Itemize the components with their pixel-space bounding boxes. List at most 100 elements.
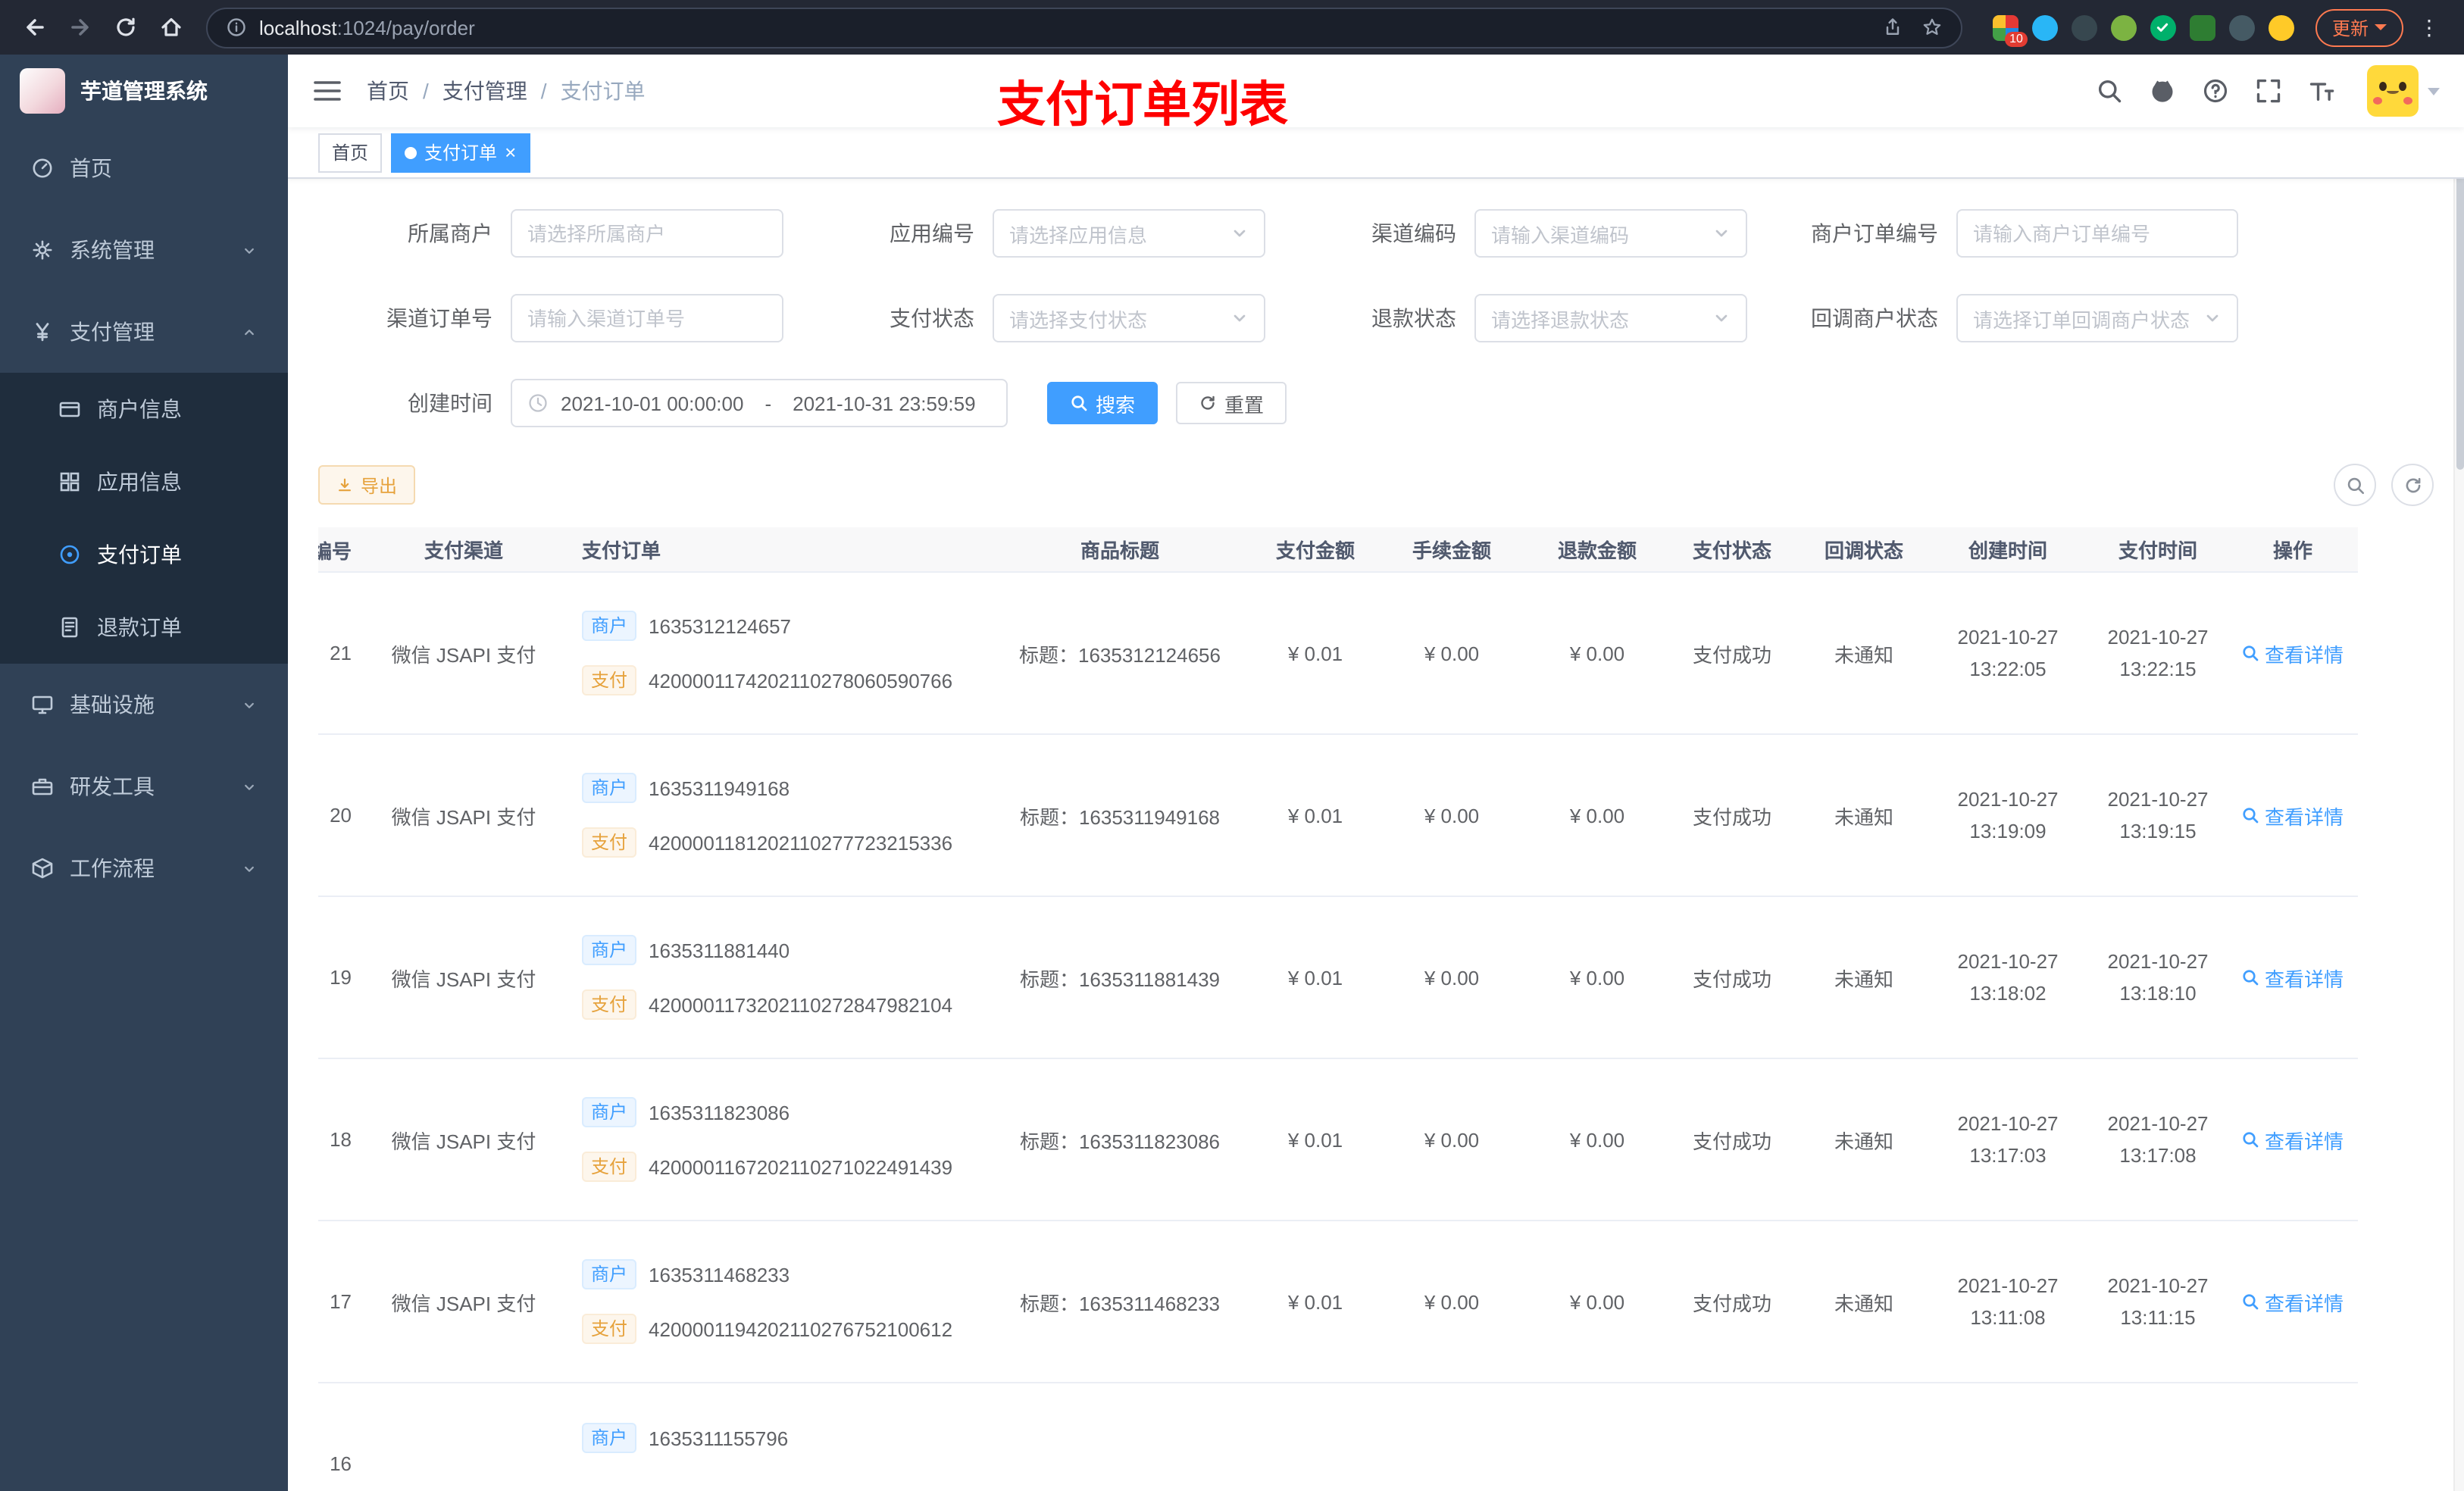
sidebar-item-system[interactable]: 系统管理 (0, 209, 288, 291)
search-button[interactable]: 搜索 (1047, 382, 1159, 424)
browser-menu-icon[interactable]: ⋮ (2409, 8, 2449, 47)
monitor-icon (32, 695, 53, 714)
site-info-icon[interactable] (226, 17, 247, 38)
view-details-link[interactable]: 查看详情 (2242, 1287, 2344, 1316)
filter-row-1: 所属商户 应用编号 请选择应用信息 渠道编码 请输入渠道编码 (318, 209, 2434, 258)
breadcrumb-separator (541, 79, 547, 103)
extension-badge: 10 (2005, 31, 2028, 46)
reload-icon[interactable] (106, 8, 145, 47)
cell-notify: 未通知 (1834, 643, 1893, 666)
sidebar-item-workflow[interactable]: 工作流程 (0, 827, 288, 909)
breadcrumb-pay[interactable]: 支付管理 (442, 76, 527, 106)
cell-fee: ¥ 0.00 (1424, 804, 1480, 827)
cell-amount: ¥ 0.01 (1287, 1128, 1343, 1151)
extension-puzzle-icon[interactable]: 10 (1992, 14, 2028, 46)
cell-paid: 2021-10-27 13:17:08 (2107, 1111, 2209, 1167)
notify-status-select[interactable]: 请选择订单回调商户状态 (1956, 294, 2238, 342)
font-size-icon[interactable] (2308, 77, 2335, 105)
breadcrumb-home[interactable]: 首页 (367, 76, 409, 106)
browser-update-button[interactable]: 更新 (2315, 8, 2403, 46)
search-icon[interactable] (2096, 77, 2123, 105)
merchant-tag: 商户 (582, 935, 637, 965)
back-icon[interactable] (15, 8, 55, 47)
help-icon[interactable] (2202, 77, 2229, 105)
refresh-table-button[interactable] (2391, 464, 2434, 506)
home-icon[interactable] (152, 8, 191, 47)
col-title: 商品标题 (1080, 539, 1159, 562)
share-icon[interactable] (1882, 17, 1903, 38)
cell-channel: 微信 JSAPI 支付 (391, 643, 536, 666)
extension-dark-icon[interactable] (2071, 14, 2097, 40)
create-time-range-picker[interactable]: 2021-10-01 00:00:00 - 2021-10-31 23:59:5… (511, 379, 1008, 427)
sidebar-item-pay-order[interactable]: 支付订单 (0, 518, 288, 591)
hamburger-icon[interactable] (312, 76, 342, 106)
table-row: 16 商户 1635311155796 (318, 1383, 2358, 1491)
cell-id: 19 (330, 966, 352, 989)
chevron-down-icon (245, 247, 254, 253)
sidebar-item-merchant-info[interactable]: 商户信息 (0, 373, 288, 445)
refund-status-select[interactable]: 请选择退款状态 (1474, 294, 1747, 342)
pay-status-select[interactable]: 请选择支付状态 (993, 294, 1265, 342)
col-channel: 支付渠道 (424, 539, 503, 562)
tab-pay-order[interactable]: 支付订单 (391, 133, 530, 172)
github-icon[interactable] (2149, 77, 2176, 105)
col-status: 支付状态 (1692, 539, 1771, 562)
navbar: 首页 支付管理 支付订单 支付订单列表 (288, 55, 2464, 132)
view-details-link[interactable]: 查看详情 (2242, 639, 2344, 667)
merchant-input[interactable] (511, 209, 783, 258)
merchant-order-no-input[interactable] (1956, 209, 2238, 258)
extension-green-icon[interactable] (2110, 14, 2137, 40)
extension-face-icon[interactable] (2268, 14, 2294, 40)
extension-pin-icon[interactable] (2228, 14, 2255, 40)
search-icon (2244, 1132, 2259, 1148)
sidebar-item-pay[interactable]: 支付管理 (0, 291, 288, 373)
sidebar-item-home[interactable]: 首页 (0, 127, 288, 209)
view-details-link[interactable]: 查看详情 (2242, 801, 2344, 830)
chevron-down-icon (245, 783, 254, 789)
cell-created: 2021-10-27 13:17:03 (1957, 1111, 2059, 1167)
cell-channel: 微信 JSAPI 支付 (391, 1292, 536, 1314)
col-paid: 支付时间 (2118, 539, 2197, 562)
col-action: 操作 (2272, 539, 2312, 562)
reset-button[interactable]: 重置 (1176, 382, 1287, 424)
fullscreen-icon[interactable] (2255, 77, 2282, 105)
cell-id: 17 (330, 1290, 352, 1313)
pay-order-no: 4200001194202110276752100612 (649, 1318, 953, 1340)
sidebar-item-infra[interactable]: 基础设施 (0, 664, 288, 746)
tab-home[interactable]: 首页 (318, 133, 383, 172)
table-row: 18 微信 JSAPI 支付 商户 1635311823086 支付 4200001… (318, 1059, 2358, 1221)
view-details-link[interactable]: 查看详情 (2242, 963, 2344, 992)
sidebar-item-refund-order[interactable]: 退款订单 (0, 591, 288, 664)
merchant-tag: 商户 (582, 1097, 637, 1127)
view-details-link[interactable]: 查看详情 (2242, 1125, 2344, 1154)
gear-icon (33, 240, 52, 260)
close-icon[interactable] (505, 142, 516, 163)
scrollbar[interactable] (2453, 55, 2464, 1491)
show-search-toggle[interactable] (2334, 464, 2376, 506)
document-icon (61, 617, 78, 638)
extension-check-icon[interactable] (2150, 14, 2176, 40)
sidebar-item-app-info[interactable]: 应用信息 (0, 445, 288, 518)
export-button[interactable]: 导出 (318, 465, 416, 505)
app-logo-row[interactable]: 芋道管理系统 (0, 55, 288, 127)
pay-tag: 支付 (582, 827, 637, 858)
forward-icon[interactable] (61, 8, 100, 47)
address-bar[interactable]: localhost:1024/pay/order (206, 7, 1962, 48)
range-end: 2021-10-31 23:59:59 (793, 392, 976, 414)
cell-fee: ¥ 0.00 (1424, 642, 1480, 664)
cell-fee: ¥ 0.00 (1424, 966, 1480, 989)
search-icon (2244, 645, 2259, 661)
sidebar-item-dev-tools[interactable]: 研发工具 (0, 746, 288, 827)
cell-status: 支付成功 (1692, 1130, 1771, 1152)
extension-drop-icon[interactable] (2031, 14, 2058, 40)
cell-title: 标题：1635312124656 (1019, 643, 1221, 666)
channel-code-select[interactable]: 请输入渠道编码 (1474, 209, 1747, 258)
extension-square-icon[interactable] (2189, 14, 2215, 40)
app-id-select[interactable]: 请选择应用信息 (993, 209, 1265, 258)
bookmark-star-icon[interactable] (1921, 17, 1943, 38)
cell-status: 支付成功 (1692, 967, 1771, 990)
channel-order-no-input[interactable] (511, 294, 783, 342)
pay-order-no: 4200001167202110271022491439 (649, 1155, 953, 1178)
user-menu[interactable] (2367, 65, 2440, 117)
toolbox-icon (32, 778, 53, 796)
